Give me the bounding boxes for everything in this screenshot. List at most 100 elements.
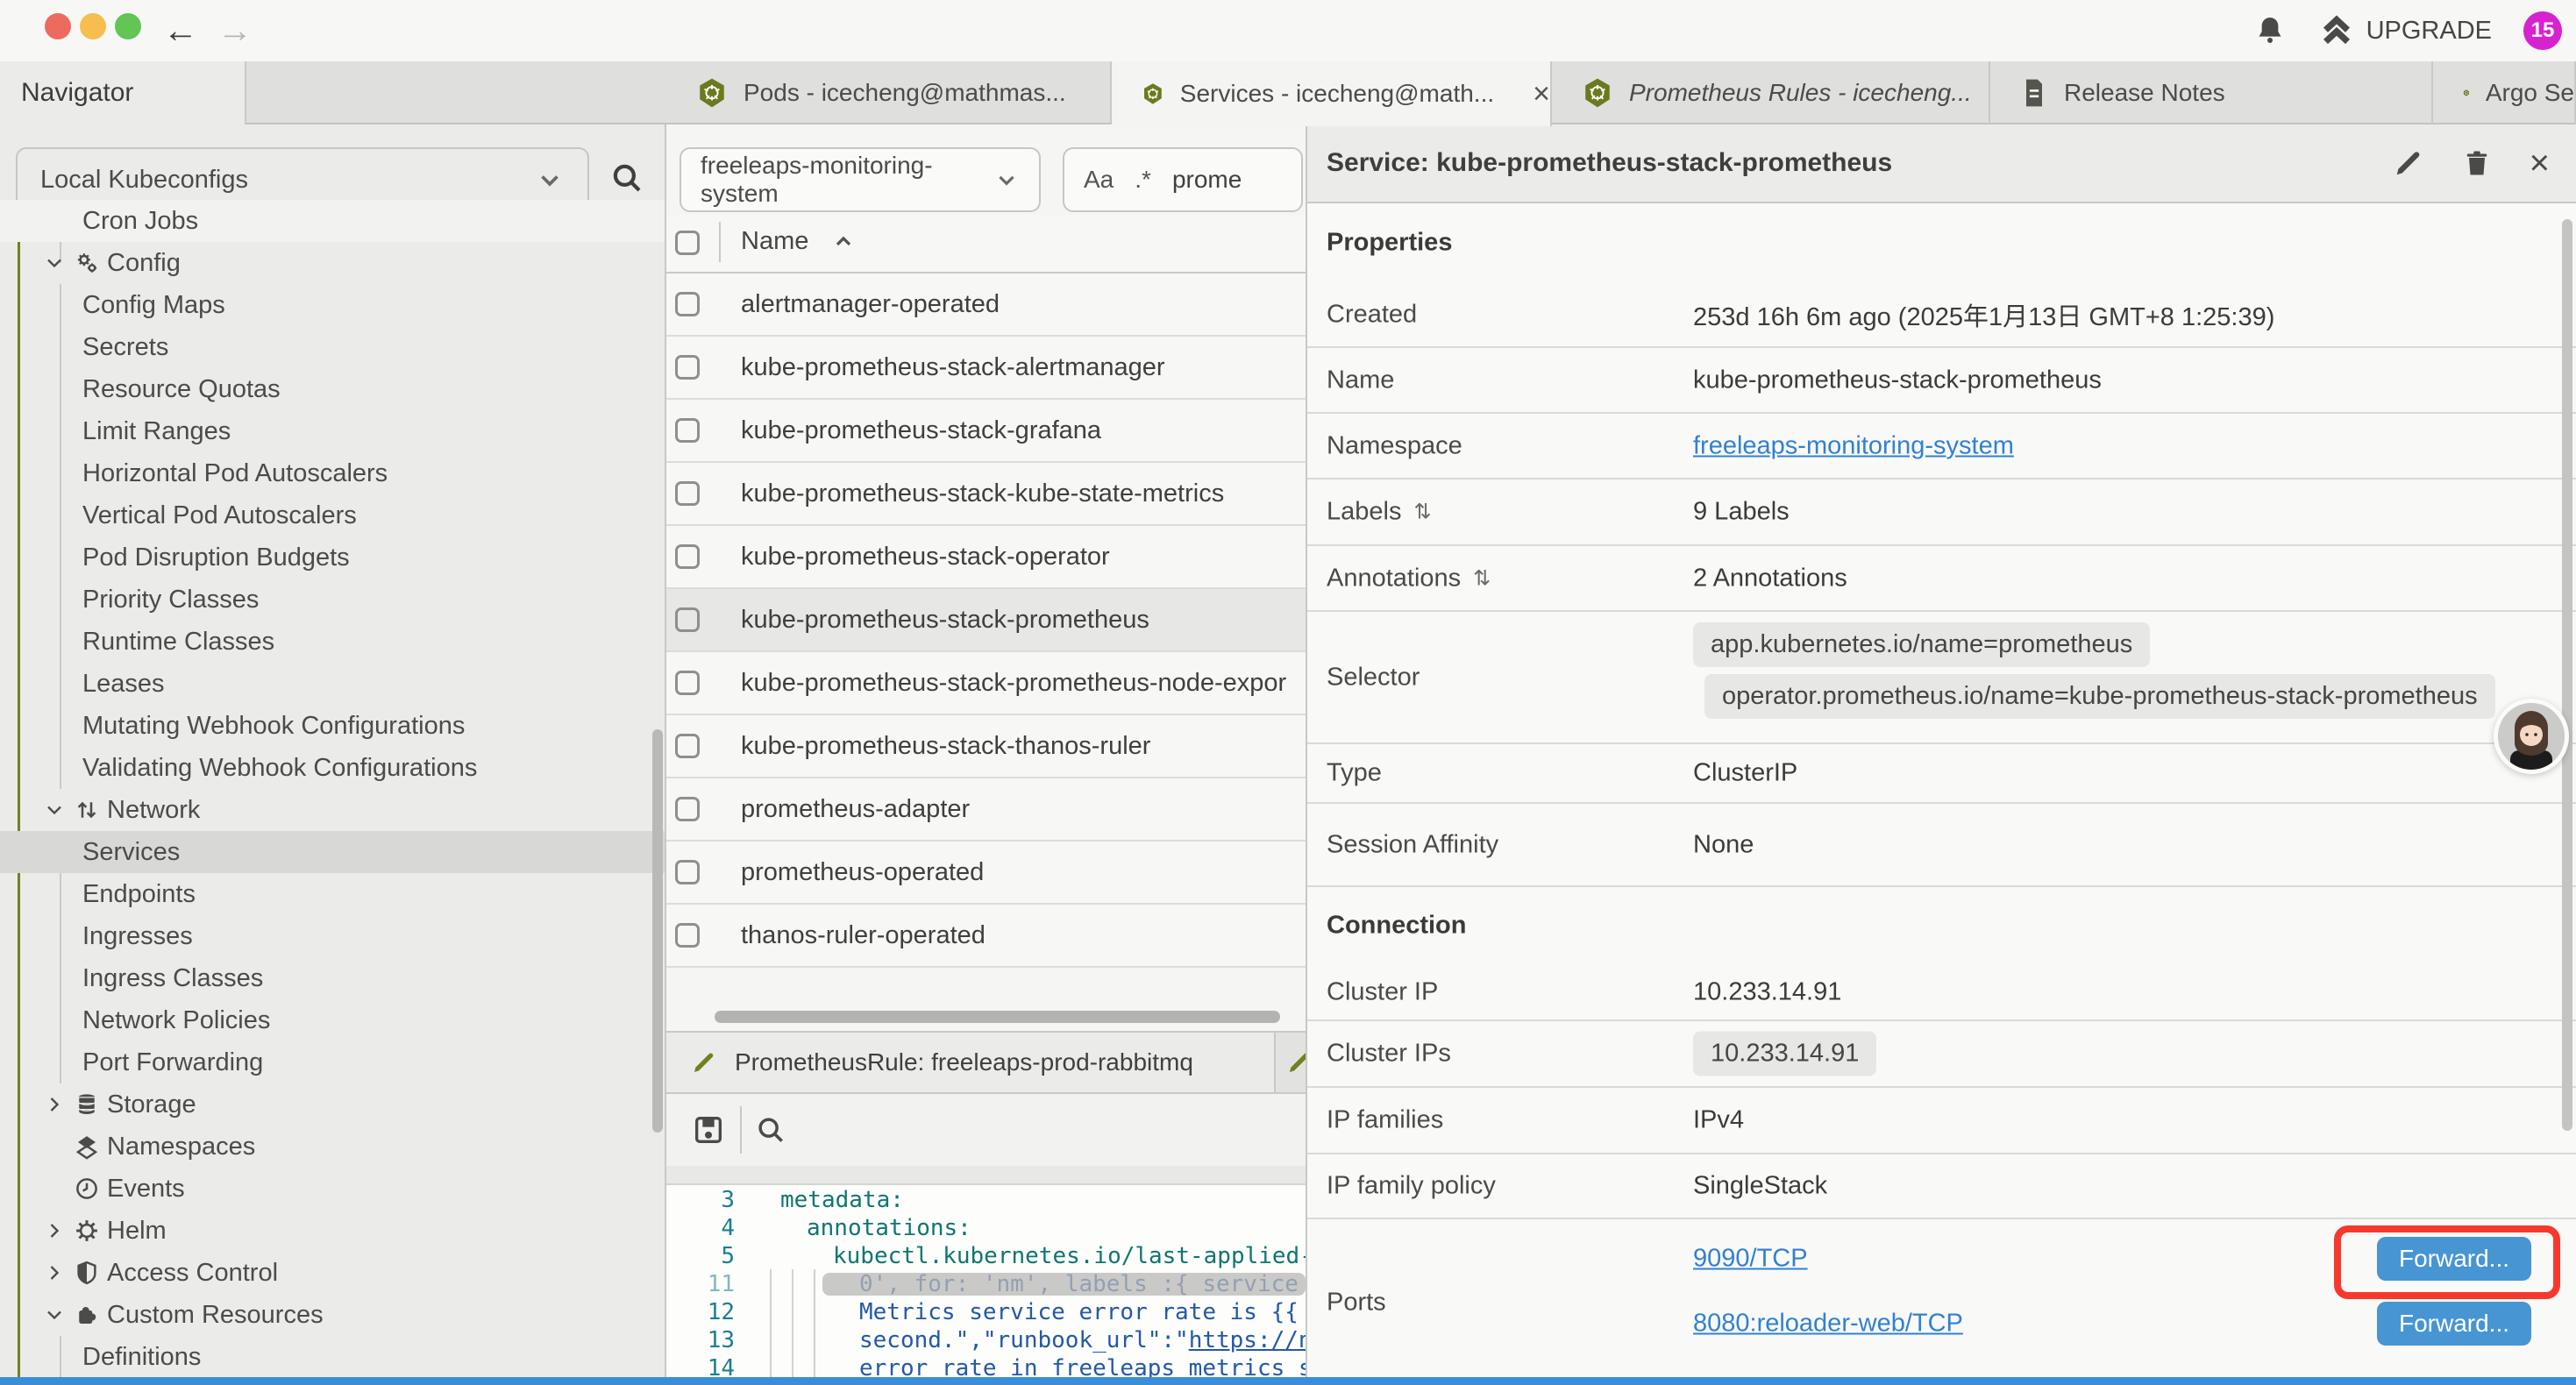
editor-tab-partial[interactable] (1277, 1033, 1306, 1092)
table-row-kube-prometheus-stack-operator[interactable]: kube-prometheus-stack-operator (666, 526, 1306, 589)
detail-scrollbar[interactable] (2562, 219, 2572, 1131)
sidebar-item-priority-classes[interactable]: Priority Classes (0, 579, 665, 621)
chevron-right-icon[interactable] (42, 1218, 68, 1243)
table-row-kube-prometheus-stack-prometheus-node-expor[interactable]: kube-prometheus-stack-prometheus-node-ex… (666, 652, 1306, 715)
tab-prometheus-rules-icecheng[interactable]: Prometheus Rules - icecheng... (1552, 61, 1990, 124)
name-column-header[interactable]: Name (741, 227, 808, 256)
sidebar-item-resource-quotas[interactable]: Resource Quotas (0, 368, 665, 410)
row-checkbox[interactable] (675, 923, 700, 948)
window-close-button[interactable] (45, 13, 71, 39)
sidebar-item-config[interactable]: Config (0, 242, 665, 284)
row-checkbox[interactable] (675, 355, 700, 380)
port-link[interactable]: 8080:reloader-web/TCP (1693, 1310, 1963, 1339)
sort-updown-icon[interactable]: ⇅ (1473, 565, 1491, 591)
editor-tab-prometheusrule[interactable]: PrometheusRule: freeleaps-prod-rabbitmq (666, 1033, 1276, 1092)
select-all-checkbox[interactable] (675, 231, 700, 255)
sidebar-item-custom-resources[interactable]: Custom Resources (0, 1294, 665, 1336)
tab-navigator[interactable]: Navigator (0, 61, 246, 124)
table-row-kube-prometheus-stack-kube-state-metrics[interactable]: kube-prometheus-stack-kube-state-metrics (666, 463, 1306, 526)
row-checkbox[interactable] (675, 544, 700, 569)
table-row-kube-prometheus-stack-grafana[interactable]: kube-prometheus-stack-grafana (666, 400, 1306, 463)
sort-updown-icon[interactable]: ⇅ (1413, 500, 1431, 525)
user-avatar[interactable] (2494, 699, 2569, 774)
yaml-editor[interactable]: 14error rate in freeleaps metrics ser13s… (666, 1185, 1306, 1385)
table-row-alertmanager-operated[interactable]: alertmanager-operated (666, 273, 1306, 337)
notifications-bell-icon[interactable] (2252, 13, 2288, 48)
sidebar-item-validating-webhook-configurations[interactable]: Validating Webhook Configurations (0, 747, 665, 789)
table-row-kube-prometheus-stack-thanos-ruler[interactable]: kube-prometheus-stack-thanos-ruler (666, 715, 1306, 778)
sidebar-item-events[interactable]: Events (0, 1168, 665, 1210)
namespace-link[interactable]: freeleaps-monitoring-system (1693, 431, 2014, 460)
property-value: 2 Annotations (1693, 564, 1847, 593)
row-checkbox[interactable] (675, 671, 700, 695)
match-case-toggle[interactable]: Aa (1084, 166, 1114, 194)
tab-pods-icecheng-mathmas[interactable]: Pods - icecheng@mathmas... (666, 61, 1112, 124)
sidebar-item-cron-jobs[interactable]: Cron Jobs (0, 200, 665, 242)
sidebar-item-access-control[interactable]: Access Control (0, 1252, 665, 1294)
editor-horizontal-scrollbar[interactable] (822, 1273, 1306, 1296)
chevron-down-icon[interactable] (42, 798, 68, 822)
chevron-right-icon[interactable] (42, 1092, 68, 1117)
tab-services-icecheng-math[interactable]: Services - icecheng@math...× (1112, 61, 1552, 126)
upgrade-button[interactable]: UPGRADE (2319, 13, 2492, 48)
forward-button[interactable]: Forward... (2377, 1302, 2531, 1346)
list-header: Name (666, 215, 1306, 273)
sidebar-search-icon[interactable] (608, 160, 645, 196)
sidebar-item-network-policies[interactable]: Network Policies (0, 999, 665, 1041)
sidebar-item-config-maps[interactable]: Config Maps (0, 284, 665, 326)
sidebar-item-limit-ranges[interactable]: Limit Ranges (0, 410, 665, 452)
close-icon[interactable]: × (2530, 147, 2550, 179)
sidebar-item-runtime-classes[interactable]: Runtime Classes (0, 621, 665, 663)
sidebar-item-leases[interactable]: Leases (0, 663, 665, 705)
table-row-thanos-ruler-operated[interactable]: thanos-ruler-operated (666, 905, 1306, 968)
row-checkbox[interactable] (675, 418, 700, 443)
chevron-down-icon[interactable] (42, 1303, 68, 1327)
list-horizontal-scrollbar[interactable] (715, 1011, 1280, 1023)
table-row-kube-prometheus-stack-prometheus[interactable]: kube-prometheus-stack-prometheus (666, 589, 1306, 652)
table-row-prometheus-operated[interactable]: prometheus-operated (666, 842, 1306, 905)
chevron-right-icon[interactable] (42, 1261, 68, 1285)
sidebar-item-storage[interactable]: Storage (0, 1083, 665, 1126)
window-zoom-button[interactable] (115, 13, 141, 39)
sort-ascending-icon[interactable] (831, 230, 856, 254)
close-tab-icon[interactable]: × (1533, 77, 1550, 111)
delete-trash-icon[interactable] (2461, 147, 2493, 179)
sidebar-item-secrets[interactable]: Secrets (0, 326, 665, 368)
sidebar-item-namespaces[interactable]: Namespaces (0, 1126, 665, 1168)
sidebar-item-mutating-webhook-configurations[interactable]: Mutating Webhook Configurations (0, 705, 665, 747)
notification-count-badge[interactable]: 15 (2523, 11, 2562, 50)
row-checkbox[interactable] (675, 734, 700, 758)
sidebar-item-port-forwarding[interactable]: Port Forwarding (0, 1041, 665, 1083)
port-link[interactable]: 9090/TCP (1693, 1245, 1808, 1274)
sidebar-item-services[interactable]: Services (0, 831, 665, 873)
sidebar-item-definitions[interactable]: Definitions (0, 1336, 665, 1378)
namespace-filter-select[interactable]: freeleaps-monitoring-system (680, 147, 1041, 212)
chevron-down-icon[interactable] (42, 251, 68, 275)
row-checkbox[interactable] (675, 481, 700, 506)
tab-argo-se[interactable]: Argo Se (2433, 61, 2576, 124)
window-minimize-button[interactable] (80, 13, 106, 39)
sidebar-item-ingress-classes[interactable]: Ingress Classes (0, 957, 665, 999)
sidebar-item-helm[interactable]: Helm (0, 1210, 665, 1252)
row-checkbox[interactable] (675, 607, 700, 632)
table-row-prometheus-adapter[interactable]: prometheus-adapter (666, 778, 1306, 842)
editor-search-icon[interactable] (754, 1113, 787, 1147)
sidebar-item-ingresses[interactable]: Ingresses (0, 915, 665, 957)
back-arrow-icon[interactable]: ← (163, 10, 198, 52)
sidebar-item-vertical-pod-autoscalers[interactable]: Vertical Pod Autoscalers (0, 494, 665, 536)
forward-arrow-icon[interactable]: → (217, 10, 253, 52)
sidebar-scrollbar[interactable] (652, 729, 663, 1133)
table-row-kube-prometheus-stack-alertmanager[interactable]: kube-prometheus-stack-alertmanager (666, 337, 1306, 400)
save-icon[interactable] (691, 1112, 726, 1147)
sidebar-item-pod-disruption-budgets[interactable]: Pod Disruption Budgets (0, 536, 665, 579)
row-checkbox[interactable] (675, 860, 700, 884)
sidebar-item-horizontal-pod-autoscalers[interactable]: Horizontal Pod Autoscalers (0, 452, 665, 494)
list-search-input[interactable]: Aa .* prome (1063, 147, 1303, 212)
edit-pencil-icon[interactable] (2393, 147, 2424, 179)
sidebar-item-network[interactable]: Network (0, 789, 665, 831)
regex-toggle[interactable]: .* (1135, 166, 1151, 194)
tab-release-notes[interactable]: Release Notes (1990, 61, 2433, 124)
sidebar-item-endpoints[interactable]: Endpoints (0, 873, 665, 915)
row-checkbox[interactable] (675, 292, 700, 316)
row-checkbox[interactable] (675, 797, 700, 821)
